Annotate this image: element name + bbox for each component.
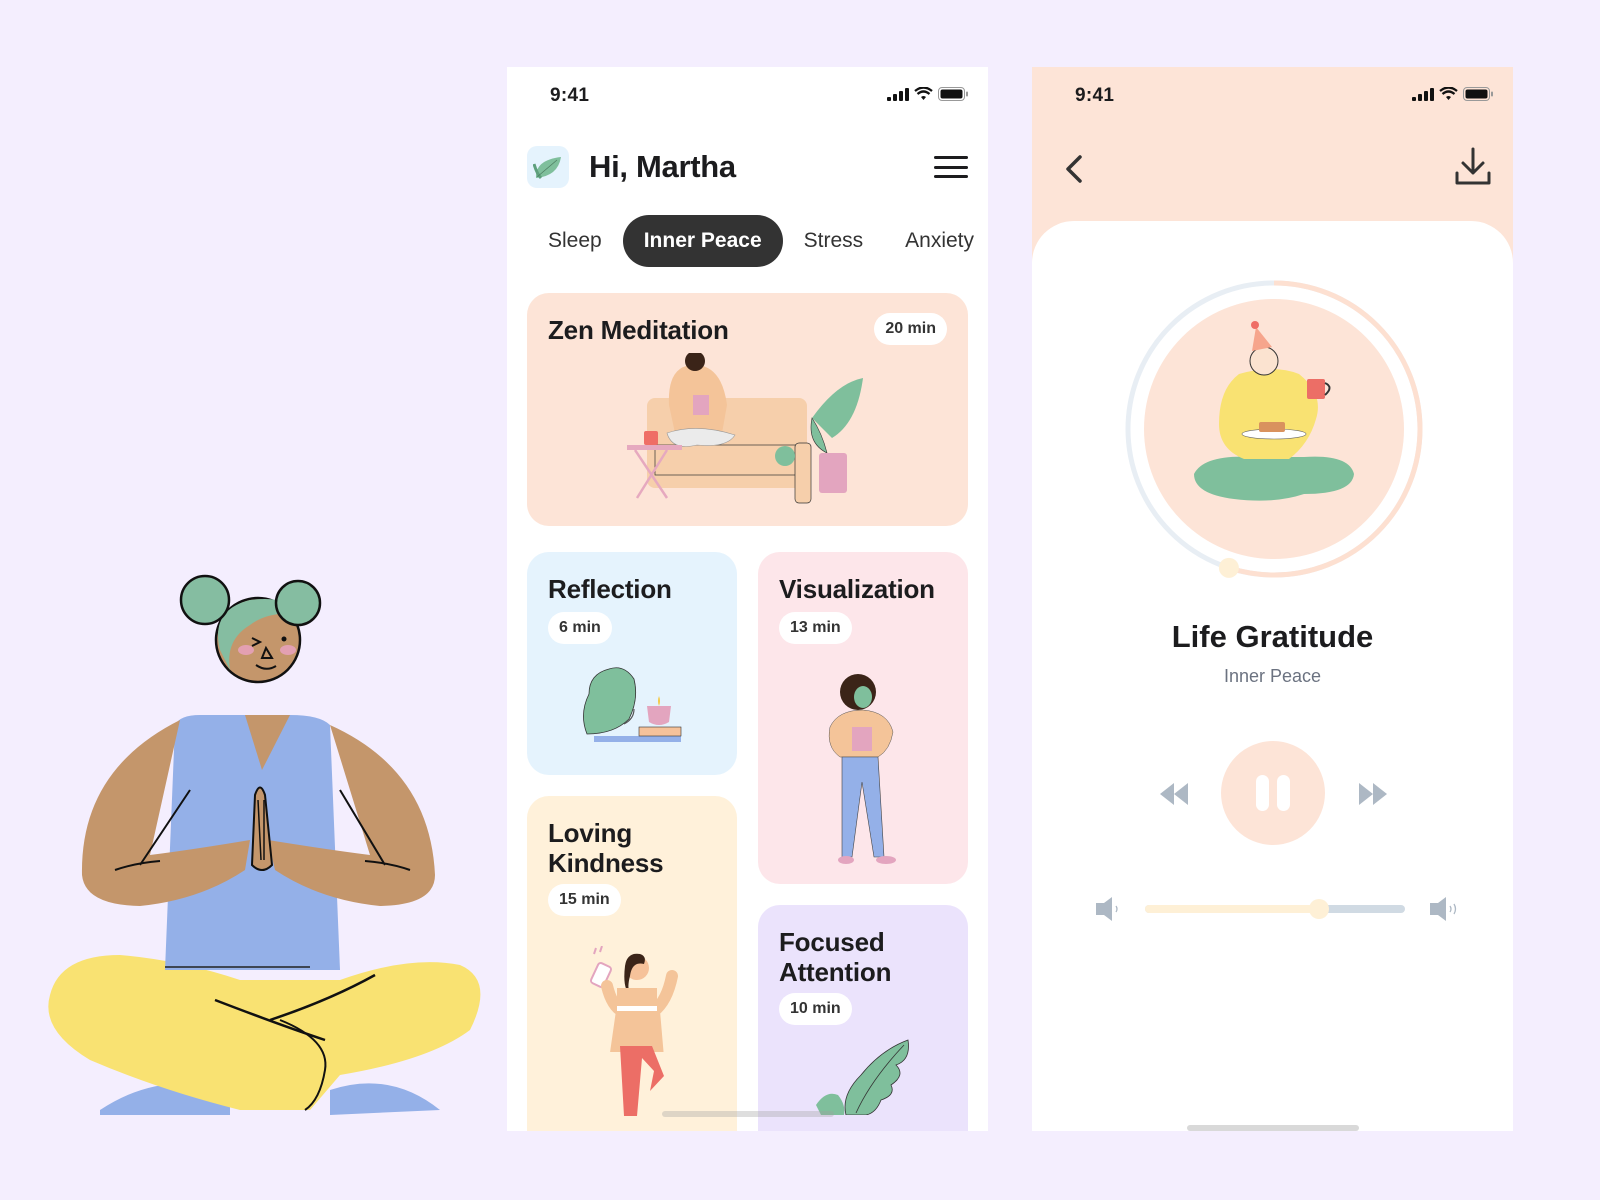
duration-badge: 10 min xyxy=(779,993,852,1025)
status-bar: 9:41 xyxy=(1032,67,1513,127)
battery-icon xyxy=(1463,87,1493,101)
leafy-plant-illustration xyxy=(816,1039,909,1115)
meditating-woman-illustration xyxy=(48,574,481,1115)
home-indicator xyxy=(1187,1125,1359,1131)
wifi-icon xyxy=(914,87,933,100)
app-logo xyxy=(527,146,569,188)
track-category: Inner Peace xyxy=(1223,666,1322,686)
person-with-face-mask-illustration xyxy=(828,674,896,864)
player-screen: 9:41 Life Gratitude Inner Peace xyxy=(1032,67,1513,1131)
battery-icon xyxy=(938,87,968,101)
status-bar: 9:41 xyxy=(507,67,988,127)
tab-inner-peace[interactable]: Inner Peace xyxy=(622,215,783,267)
card-zen-meditation[interactable]: Zen Meditation 20 min xyxy=(527,293,968,526)
volume-fill xyxy=(1145,905,1320,913)
plant-and-candle-illustration xyxy=(583,667,682,742)
chevron-left-icon[interactable] xyxy=(1060,151,1090,187)
card-loving-kindness[interactable]: Loving Kindness 15 min xyxy=(527,796,737,1131)
duration-badge: 15 min xyxy=(548,884,621,916)
home-screen: 9:41 Hi, Martha Sleep Inner Peace Stress… xyxy=(507,67,988,1131)
card-title: Reflection xyxy=(548,574,672,604)
duration-badge: 20 min xyxy=(874,313,947,345)
card-focused-attention[interactable]: Focused Attention 10 min xyxy=(758,905,968,1131)
home-indicator xyxy=(662,1111,834,1117)
pause-icon xyxy=(1256,775,1290,811)
volume-high-icon[interactable] xyxy=(1428,895,1460,923)
progress-knob[interactable] xyxy=(1218,557,1239,578)
rewind-icon[interactable] xyxy=(1160,783,1190,805)
progress-ring[interactable] xyxy=(1124,279,1424,579)
duration-badge: 6 min xyxy=(548,612,612,644)
volume-slider[interactable] xyxy=(1145,899,1405,919)
person-reading-on-sofa-illustration xyxy=(627,353,863,504)
card-title: Zen Meditation xyxy=(548,315,729,345)
hamburger-menu-icon[interactable] xyxy=(934,154,968,180)
signal-icon xyxy=(1412,87,1434,101)
wifi-icon xyxy=(1439,87,1458,100)
pause-button[interactable] xyxy=(1221,741,1325,845)
tab-sleep[interactable]: Sleep xyxy=(527,215,623,267)
card-visualization[interactable]: Visualization 13 min xyxy=(758,552,968,884)
download-icon[interactable] xyxy=(1453,145,1493,187)
player-sheet: Life Gratitude Inner Peace xyxy=(1032,221,1513,1131)
signal-icon xyxy=(887,87,909,101)
card-title: Visualization xyxy=(779,574,935,604)
person-dancing-illustration xyxy=(589,946,678,1116)
status-time: 9:41 xyxy=(1075,85,1115,106)
tab-anxiety[interactable]: Anxiety xyxy=(884,215,988,267)
volume-low-icon[interactable] xyxy=(1094,895,1124,923)
fast-forward-icon[interactable] xyxy=(1357,783,1387,805)
volume-control xyxy=(1032,893,1513,925)
status-time: 9:41 xyxy=(550,85,590,106)
card-reflection[interactable]: Reflection 6 min xyxy=(527,552,737,775)
card-title: Focused Attention xyxy=(779,927,892,987)
card-title: Loving Kindness xyxy=(548,818,664,878)
duration-badge: 13 min xyxy=(779,612,852,644)
track-title: Life Gratitude xyxy=(1171,619,1374,654)
category-tabs: Sleep Inner Peace Stress Anxiety xyxy=(527,215,988,267)
tab-stress[interactable]: Stress xyxy=(783,215,885,267)
greeting-title: Hi, Martha xyxy=(589,149,736,184)
leaf-icon xyxy=(533,157,561,180)
volume-knob[interactable] xyxy=(1309,899,1330,919)
